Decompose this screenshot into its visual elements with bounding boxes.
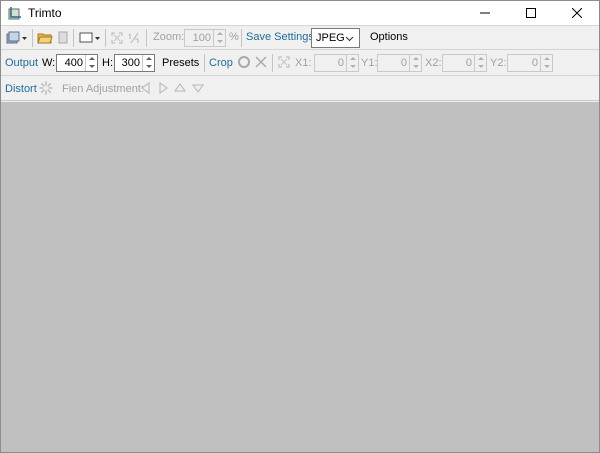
zoom-label: Zoom: (153, 31, 185, 43)
zoom-stepper[interactable] (213, 30, 225, 46)
toolbar-separator (105, 29, 106, 47)
main-toolbar: Zoom: 100 % Save Settings JPEG Options (1, 25, 599, 49)
width-input[interactable]: 400 (56, 54, 98, 72)
border-menu-button[interactable] (78, 29, 102, 47)
nudge-down-button[interactable] (192, 82, 204, 94)
minimize-icon (480, 12, 490, 14)
crop-full-button[interactable] (278, 55, 290, 69)
triangle-up-icon (174, 83, 186, 92)
fine-adjustment-label: Fien Adjustment: (62, 83, 144, 95)
width-value: 400 (64, 57, 83, 69)
window-title: Trimto (28, 6, 62, 20)
y2-label: Y2: (490, 57, 507, 69)
minimize-button[interactable] (462, 1, 508, 25)
y1-input[interactable]: 0 (377, 54, 422, 72)
format-value: JPEG (316, 32, 345, 44)
y2-input[interactable]: 0 (507, 54, 553, 72)
sparkle-icon (39, 81, 53, 95)
nudge-right-button[interactable] (157, 82, 169, 94)
x2-stepper[interactable] (474, 55, 486, 71)
fit-screen-button[interactable] (110, 29, 124, 47)
clipboard-button[interactable] (57, 29, 69, 47)
options-button[interactable]: Options (370, 31, 408, 43)
open-menu-button[interactable] (5, 29, 29, 47)
height-stepper[interactable] (142, 55, 154, 71)
y1-value: 0 (400, 57, 407, 69)
triangle-down-icon (192, 84, 204, 93)
height-input[interactable]: 300 (114, 54, 155, 72)
toolbar-separator (32, 29, 33, 47)
crop-label: Crop (209, 57, 233, 69)
width-stepper[interactable] (85, 55, 97, 71)
nudge-up-button[interactable] (174, 82, 186, 94)
save-settings-label: Save Settings (246, 31, 314, 43)
zoom-unit: % (229, 31, 239, 43)
crop-cancel-button[interactable] (255, 55, 267, 69)
toolbar-separator (146, 29, 147, 47)
distort-toggle-button[interactable] (39, 81, 53, 95)
x1-stepper[interactable] (346, 55, 358, 71)
x2-input[interactable]: 0 (442, 54, 487, 72)
close-icon (255, 56, 267, 68)
app-window: Trimto Zoom: 100 % Save Settings JPEG Op… (0, 0, 600, 453)
toolbar-separator (204, 54, 205, 72)
y1-label: Y1: (361, 57, 378, 69)
output-toolbar: Output W: 400 H: 300 Presets Crop X1: 0 … (1, 49, 599, 75)
height-label: H: (102, 57, 113, 69)
close-button[interactable] (554, 1, 600, 25)
fit-screen-icon (278, 56, 290, 68)
clipboard-icon (58, 31, 68, 44)
maximize-button[interactable] (508, 1, 554, 25)
distort-toolbar: Distort Fien Adjustment: (1, 75, 599, 101)
image-canvas[interactable] (1, 102, 599, 452)
chevron-down-icon (345, 34, 354, 46)
format-select[interactable]: JPEG (311, 28, 360, 48)
x2-value: 0 (465, 57, 472, 69)
rectangle-icon (79, 32, 100, 43)
close-icon (572, 8, 582, 18)
triangle-left-icon (141, 82, 150, 94)
open-folder-button[interactable] (37, 29, 53, 47)
document-stack-icon (6, 31, 27, 44)
fit-screen-icon (111, 32, 123, 44)
y1-stepper[interactable] (409, 55, 421, 71)
circle-icon (238, 56, 250, 68)
maximize-icon (526, 8, 536, 18)
output-label: Output (5, 57, 39, 69)
toolbar-separator (272, 54, 273, 72)
x2-label: X2: (425, 57, 442, 69)
zoom-input[interactable]: 100 (184, 29, 226, 47)
toolbar-separator (241, 29, 242, 47)
actual-size-icon (128, 32, 139, 44)
actual-size-button[interactable] (127, 29, 141, 47)
nudge-left-button[interactable] (140, 82, 152, 94)
x1-label: X1: (295, 57, 312, 69)
zoom-value: 100 (192, 32, 211, 44)
height-value: 300 (121, 57, 140, 69)
toolbar-separator (73, 29, 74, 47)
title-bar[interactable]: Trimto (1, 1, 599, 25)
triangle-right-icon (159, 82, 168, 94)
x1-value: 0 (337, 57, 344, 69)
app-logo-icon (8, 6, 22, 20)
y2-value: 0 (531, 57, 538, 69)
width-label: W: (42, 57, 56, 69)
presets-button[interactable]: Presets (162, 57, 199, 69)
crop-apply-button[interactable] (237, 55, 251, 69)
folder-open-icon (37, 33, 53, 44)
y2-stepper[interactable] (540, 55, 552, 71)
x1-input[interactable]: 0 (314, 54, 359, 72)
distort-label: Distort (5, 83, 37, 95)
